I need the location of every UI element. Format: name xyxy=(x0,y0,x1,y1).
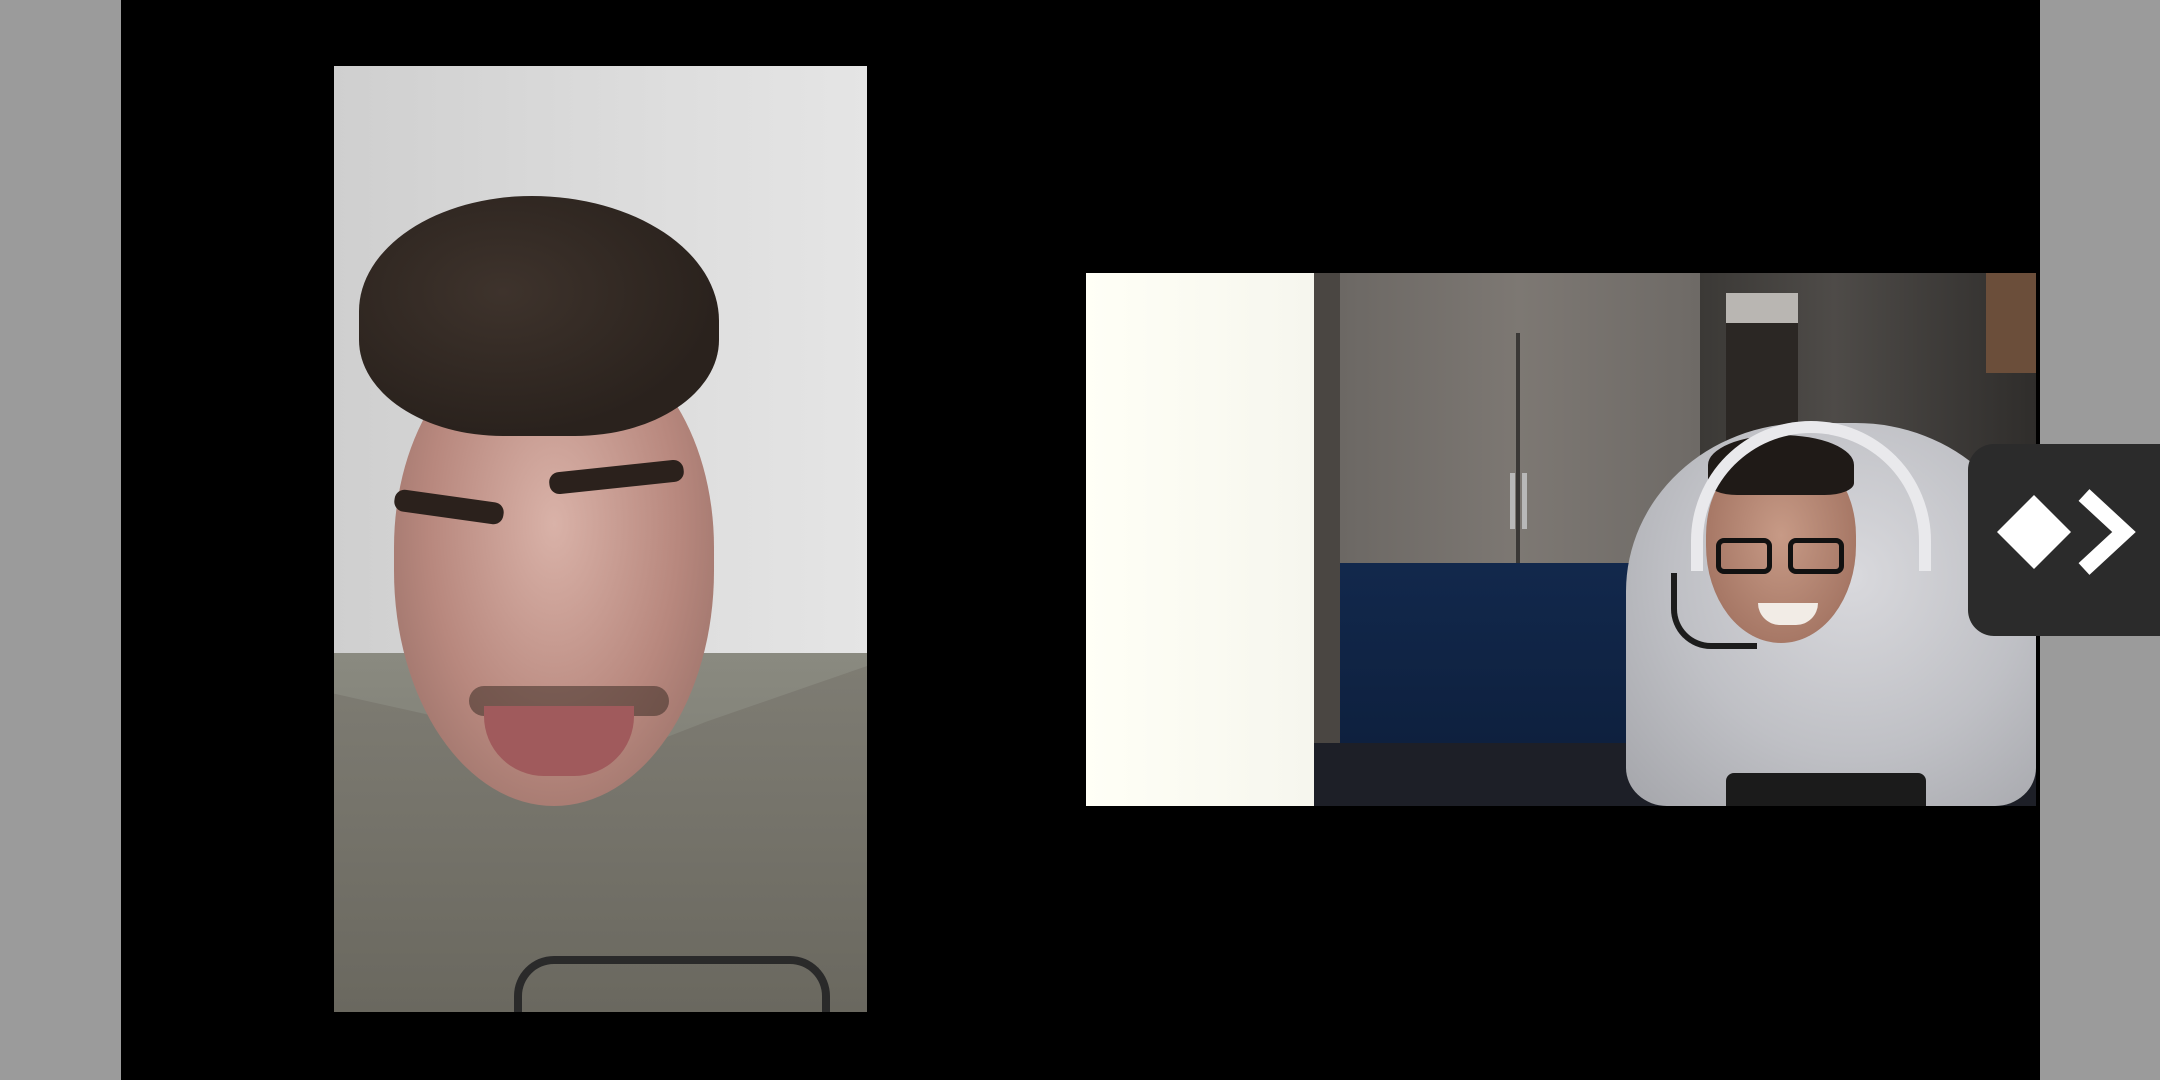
floating-switch-button[interactable] xyxy=(1968,444,2160,636)
diamond-forward-icon xyxy=(1997,489,2136,575)
blue-panel xyxy=(1340,563,1630,773)
wall-picture xyxy=(1986,273,2036,373)
wardrobe-handle xyxy=(1510,473,1515,529)
participant-video-landscape[interactable] xyxy=(1086,273,2036,806)
hoodie-print xyxy=(1726,773,1926,806)
video-stage xyxy=(121,0,2040,1080)
shirt-print xyxy=(514,956,830,1012)
glasses xyxy=(1716,538,1850,578)
headset-mic xyxy=(1671,573,1757,649)
bright-wall xyxy=(1086,273,1314,806)
door-frame xyxy=(1314,273,1340,806)
wardrobe-split xyxy=(1516,333,1520,573)
wardrobe-handle xyxy=(1522,473,1527,529)
participant-video-portrait[interactable] xyxy=(334,66,867,1012)
video-call-screen xyxy=(0,0,2160,1080)
